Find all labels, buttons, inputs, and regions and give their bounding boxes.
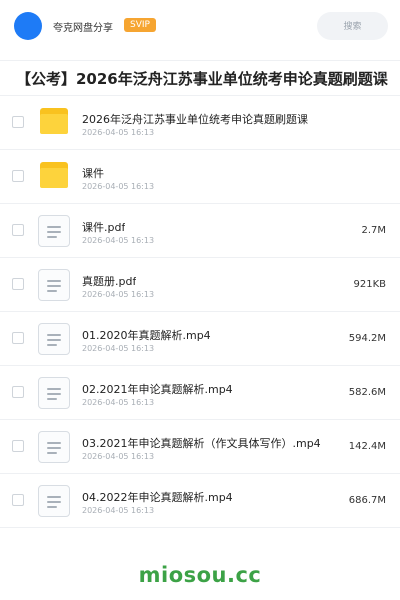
document-icon: [38, 485, 70, 517]
file-name: 课件.pdf: [82, 221, 126, 234]
file-size: 142.4M: [348, 441, 386, 452]
avatar[interactable]: [14, 12, 42, 40]
svip-badge: SVIP: [124, 18, 156, 32]
file-size: 594.2M: [348, 333, 386, 344]
file-name: 01.2020年真题解析.mp4: [82, 329, 211, 342]
folder-icon: [40, 108, 68, 134]
folder-title-bar: 【公考】2026年泛舟江苏事业单位统考申论真题刷题课 G: [0, 60, 400, 96]
file-name: 02.2021年申论真题解析.mp4: [82, 383, 233, 396]
list-item[interactable]: 课件.pdf 2026-04-05 16:13 2.7M: [0, 204, 400, 258]
list-item[interactable]: 01.2020年真题解析.mp4 2026-04-05 16:13 594.2M: [0, 312, 400, 366]
file-size: 582.6M: [348, 387, 386, 398]
page-title: 【公考】2026年泛舟江苏事业单位统考申论真题刷题课: [16, 70, 388, 88]
select-checkbox[interactable]: [12, 440, 24, 452]
file-date: 2026-04-05 16:13: [82, 290, 155, 299]
list-item[interactable]: 2026年泛舟江苏事业单位统考申论真题刷题课 2026-04-05 16:13: [0, 96, 400, 150]
file-name: 04.2022年申论真题解析.mp4: [82, 491, 233, 504]
select-checkbox[interactable]: [12, 494, 24, 506]
select-checkbox[interactable]: [12, 332, 24, 344]
file-date: 2026-04-05 16:13: [82, 452, 155, 461]
list-item[interactable]: 04.2022年申论真题解析.mp4 2026-04-05 16:13 686.7M: [0, 474, 400, 528]
file-size: 921KB: [353, 279, 386, 290]
document-icon: [38, 269, 70, 301]
list-item[interactable]: 真题册.pdf 2026-04-05 16:13 921KB: [0, 258, 400, 312]
file-date: 2026-04-05 16:13: [82, 128, 155, 137]
watermark: miosou.cc: [138, 563, 262, 587]
document-icon: [38, 215, 70, 247]
select-checkbox[interactable]: [12, 386, 24, 398]
file-size: 686.7M: [348, 495, 386, 506]
file-name: 2026年泛舟江苏事业单位统考申论真题刷题课: [82, 113, 308, 126]
file-name: 课件: [82, 167, 104, 180]
select-checkbox[interactable]: [12, 224, 24, 236]
share-header: 夸克网盘分享 SVIP 搜索: [0, 0, 400, 52]
file-date: 2026-04-05 16:13: [82, 398, 155, 407]
select-checkbox[interactable]: [12, 116, 24, 128]
search-button[interactable]: 搜索: [317, 12, 388, 40]
select-checkbox[interactable]: [12, 170, 24, 182]
title-overflow-text: G: [379, 72, 386, 82]
file-date: 2026-04-05 16:13: [82, 344, 155, 353]
list-item[interactable]: 课件 2026-04-05 16:13: [0, 150, 400, 204]
list-item[interactable]: 03.2021年申论真题解析（作文具体写作）.mp4 2026-04-05 16:…: [0, 420, 400, 474]
owner-name[interactable]: 夸克网盘分享: [53, 19, 113, 34]
file-name: 真题册.pdf: [82, 275, 137, 288]
document-icon: [38, 323, 70, 355]
select-checkbox[interactable]: [12, 278, 24, 290]
file-size: 2.7M: [361, 225, 386, 236]
file-date: 2026-04-05 16:13: [82, 506, 155, 515]
file-date: 2026-04-05 16:13: [82, 236, 155, 245]
file-list: 2026年泛舟江苏事业单位统考申论真题刷题课 2026-04-05 16:13 课件…: [0, 96, 400, 528]
document-icon: [38, 431, 70, 463]
file-name: 03.2021年申论真题解析（作文具体写作）.mp4: [82, 437, 321, 450]
folder-icon: [40, 162, 68, 188]
file-date: 2026-04-05 16:13: [82, 182, 155, 191]
list-item[interactable]: 02.2021年申论真题解析.mp4 2026-04-05 16:13 582.6M: [0, 366, 400, 420]
document-icon: [38, 377, 70, 409]
